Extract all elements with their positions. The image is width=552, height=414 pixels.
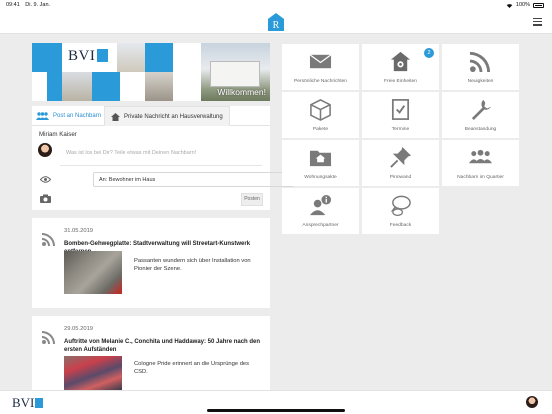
speech-bubbles-icon (390, 195, 411, 216)
house-gear-icon (390, 51, 411, 72)
post-input[interactable]: Was ist los bei Dir? Teile etwas mit Dei… (60, 142, 262, 166)
tile-free-units[interactable]: 2 Freie Einheiten (362, 44, 439, 90)
tile-label: Beanstandung (464, 127, 497, 132)
news-thumbnail (64, 356, 122, 390)
svg-text:R: R (273, 20, 280, 31)
wrench-icon (471, 99, 492, 121)
tile-complaint[interactable]: Beanstandung (442, 92, 519, 138)
envelope-icon (309, 54, 332, 69)
app-logo-icon[interactable]: R (268, 13, 284, 31)
tile-label: Ansprechpartner (302, 223, 339, 228)
status-date: Di. 9. Jan. (25, 2, 51, 8)
tile-contact-person[interactable]: Ansprechpartner (282, 188, 359, 234)
menu-icon[interactable] (533, 18, 542, 26)
status-bar: 09:41 Di. 9. Jan. 100% (0, 0, 552, 10)
tile-personal-messages[interactable]: Persönliche Nachrichten (282, 44, 359, 90)
package-icon (310, 99, 331, 121)
tab-post-neighbors-label: Post an Nachbarn (53, 113, 102, 119)
welcome-text: Willkommen! (217, 87, 266, 97)
post-tabs: Post an Nachbarn Private Nachricht an Ha… (32, 106, 270, 126)
tile-pinboard[interactable]: Pinnwand (362, 140, 439, 186)
status-time: 09:41 (6, 2, 20, 8)
audience-select[interactable]: An: Bewohner im Haus (93, 172, 294, 187)
visibility-eye-icon[interactable] (40, 176, 51, 183)
bvi-logo[interactable]: BVI (12, 395, 44, 411)
author-avatar (38, 143, 52, 157)
people-icon (469, 149, 492, 164)
home-indicator[interactable] (207, 409, 345, 412)
news-date: 31.05.2019 (64, 228, 94, 234)
camera-icon[interactable] (40, 194, 51, 203)
top-navigation: R (0, 10, 552, 34)
tile-apartment-file[interactable]: Wohnungsakte (282, 140, 359, 186)
tile-label: Neuigkeiten (467, 79, 494, 84)
battery-icon (533, 2, 544, 8)
news-thumbnail (64, 251, 122, 294)
welcome-banner: BVI Willkommen! (32, 43, 270, 101)
tile-label: Termine (391, 127, 410, 132)
audience-select-value: An: Bewohner im Haus (99, 177, 156, 183)
avatar[interactable] (526, 396, 538, 408)
tile-label: Nachbarn im Quartier (457, 175, 504, 180)
rss-icon (42, 233, 55, 246)
tile-label: Pinnwand (389, 175, 412, 180)
home-icon (111, 112, 120, 121)
author-name: Miriam Kaiser (39, 131, 77, 138)
news-excerpt: Passanten wundern sich über Installation… (134, 258, 251, 272)
tab-private-message-label: Private Nachricht an Hausverwaltung (124, 113, 223, 120)
tab-post-neighbors[interactable]: Post an Nachbarn (36, 106, 101, 126)
news-excerpt: Cologne Pride erinnert an die Ursprünge … (134, 361, 250, 375)
wifi-icon (506, 3, 513, 8)
checklist-icon (391, 99, 410, 120)
post-composer: Post an Nachbarn Private Nachricht an Ha… (32, 106, 294, 210)
news-card[interactable]: 29.05.2019 Auftritte von Melanie C., Con… (32, 316, 270, 390)
pushpin-icon (390, 146, 412, 168)
bvi-logo: BVI (68, 48, 109, 65)
tile-packages[interactable]: Pakete (282, 92, 359, 138)
rss-icon (469, 51, 491, 73)
battery-percent: 100% (515, 2, 530, 8)
tile-label: Wohnungsakte (304, 175, 337, 180)
tile-label: Feedback (389, 223, 412, 228)
news-date: 29.05.2019 (64, 326, 94, 332)
news-card[interactable]: 31.05.2019 Bomben-Gehwegplatte: Stadtver… (32, 218, 270, 308)
rss-icon (42, 331, 55, 344)
people-icon (36, 112, 49, 120)
tile-appointments[interactable]: Termine (362, 92, 439, 138)
bottom-bar: BVI (0, 390, 552, 414)
folder-icon (309, 150, 332, 167)
tab-private-message[interactable]: Private Nachricht an Hausverwaltung (104, 106, 230, 126)
notification-badge: 2 (424, 48, 434, 58)
news-title[interactable]: Auftritte von Melanie C., Conchita und H… (64, 339, 262, 354)
tile-label: Freie Einheiten (384, 79, 417, 84)
tile-neighbors-quarter[interactable]: Nachbarn im Quartier (442, 140, 519, 186)
tile-feedback[interactable]: Feedback (362, 188, 439, 234)
tile-label: Pakete (312, 127, 329, 132)
post-button[interactable]: Posten (241, 193, 263, 206)
contact-info-icon (309, 194, 332, 216)
tile-news[interactable]: Neuigkeiten (442, 44, 519, 90)
tile-label: Persönliche Nachrichten (293, 79, 347, 84)
